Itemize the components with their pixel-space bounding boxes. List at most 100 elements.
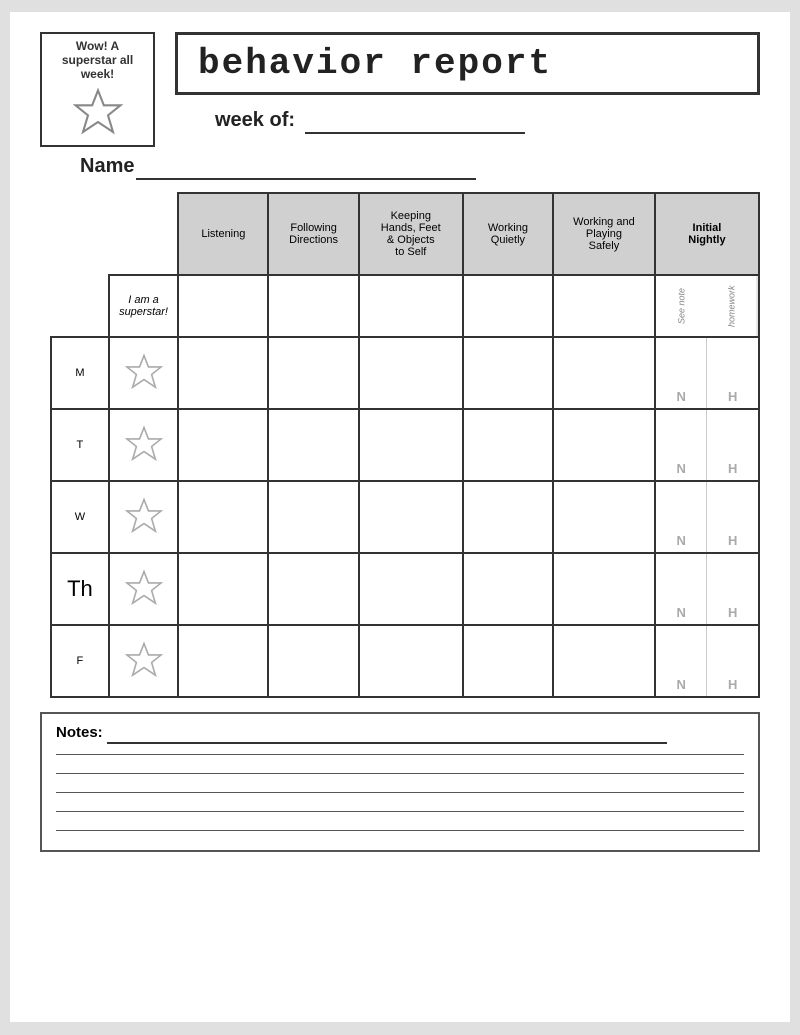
day-t-label: T (51, 409, 109, 481)
superstar-label: I am a superstar! (109, 275, 178, 337)
superstar-box: Wow! A superstar all week! (40, 32, 155, 147)
working-q-t (463, 409, 553, 481)
star-th (109, 553, 178, 625)
col-star-header (109, 193, 178, 275)
superstar-working-q (463, 275, 553, 337)
superstar-keeping (359, 275, 463, 337)
week-of-line: week of: (175, 109, 525, 134)
following-m (268, 337, 358, 409)
notes-line-2 (56, 773, 744, 774)
keeping-m (359, 337, 463, 409)
col-initial-header: Initial Nightly (655, 193, 759, 275)
col-following-header: Following Directions (268, 193, 358, 275)
star-m (109, 337, 178, 409)
see-note-inner: See note homework (656, 276, 758, 336)
n-w: N (656, 482, 707, 552)
day-row-th: Th N H (51, 553, 759, 625)
star-f (109, 625, 178, 697)
superstar-following (268, 275, 358, 337)
listening-w (178, 481, 268, 553)
working-s-f (553, 625, 655, 697)
col-day-header (51, 193, 109, 275)
h-t: H (706, 410, 758, 480)
n-th: N (656, 554, 707, 624)
day-th-label: Th (51, 553, 109, 625)
day-w-label: W (51, 481, 109, 553)
name-line: Name (40, 155, 760, 180)
keeping-t (359, 409, 463, 481)
following-f (268, 625, 358, 697)
nh-f: N H (655, 625, 759, 697)
week-of-label: week of: (215, 109, 295, 131)
nh-th: N H (655, 553, 759, 625)
see-note-cell: See note homework (655, 275, 759, 337)
notes-line-4 (56, 811, 744, 812)
notes-label: Notes: (56, 724, 103, 741)
following-w (268, 481, 358, 553)
day-t-text: T (77, 439, 84, 451)
notes-line-3 (56, 792, 744, 793)
working-q-w (463, 481, 553, 553)
day-m-label: M (51, 337, 109, 409)
working-s-w (553, 481, 655, 553)
nh-m: N H (655, 337, 759, 409)
title-block: behavior report week of: (155, 32, 760, 134)
superstar-working-s (553, 275, 655, 337)
behavior-table: Listening Following Directions Keeping H… (50, 192, 760, 698)
day-row-w: W N H (51, 481, 759, 553)
day-row-m: M N H (51, 337, 759, 409)
n-f: N (656, 626, 707, 696)
working-s-t (553, 409, 655, 481)
superstar-day-cell (51, 275, 109, 337)
name-label: Name (80, 155, 134, 177)
keeping-th (359, 553, 463, 625)
name-underline (136, 155, 476, 180)
col-working-q-header: Working Quietly (463, 193, 553, 275)
day-f-label: F (51, 625, 109, 697)
following-t (268, 409, 358, 481)
keeping-f (359, 625, 463, 697)
h-m: H (706, 338, 758, 408)
listening-m (178, 337, 268, 409)
working-q-f (463, 625, 553, 697)
week-of-underline (305, 109, 525, 134)
day-row-f: F N H (51, 625, 759, 697)
keeping-text: Keeping Hands, Feet & Objects to Self (381, 210, 441, 258)
title-text: behavior report (198, 43, 552, 84)
nh-w: N H (655, 481, 759, 553)
header-area: Wow! A superstar all week! behavior repo… (40, 32, 760, 147)
n-t: N (656, 410, 707, 480)
working-q-text: Working Quietly (488, 222, 528, 246)
table-wrapper: Listening Following Directions Keeping H… (40, 192, 760, 698)
following-text: Following Directions (289, 222, 338, 246)
day-f-text: F (77, 655, 84, 667)
h-w: H (706, 482, 758, 552)
homework-sub: homework (706, 276, 758, 336)
superstar-listening (178, 275, 268, 337)
day-m-text: M (75, 367, 84, 379)
nh-t: N H (655, 409, 759, 481)
superstar-row: I am a superstar! See note homework (51, 275, 759, 337)
see-note-sub: See note (656, 276, 707, 336)
day-w-text: W (75, 511, 85, 523)
listening-t (178, 409, 268, 481)
working-s-m (553, 337, 655, 409)
working-s-th (553, 553, 655, 625)
notes-first-line (107, 724, 667, 744)
notes-section: Notes: (40, 712, 760, 852)
header-row: Listening Following Directions Keeping H… (51, 193, 759, 275)
day-th-text: Th (67, 576, 93, 601)
following-th (268, 553, 358, 625)
n-m: N (656, 338, 707, 408)
title-box: behavior report (175, 32, 760, 95)
working-q-th (463, 553, 553, 625)
col-keeping-header: Keeping Hands, Feet & Objects to Self (359, 193, 463, 275)
keeping-w (359, 481, 463, 553)
star-t (109, 409, 178, 481)
h-th: H (706, 554, 758, 624)
day-row-t: T N H (51, 409, 759, 481)
col-listening-header: Listening (178, 193, 268, 275)
working-s-text: Working and Playing Safely (573, 216, 635, 252)
notes-line-1 (56, 754, 744, 755)
star-icon (73, 87, 123, 140)
